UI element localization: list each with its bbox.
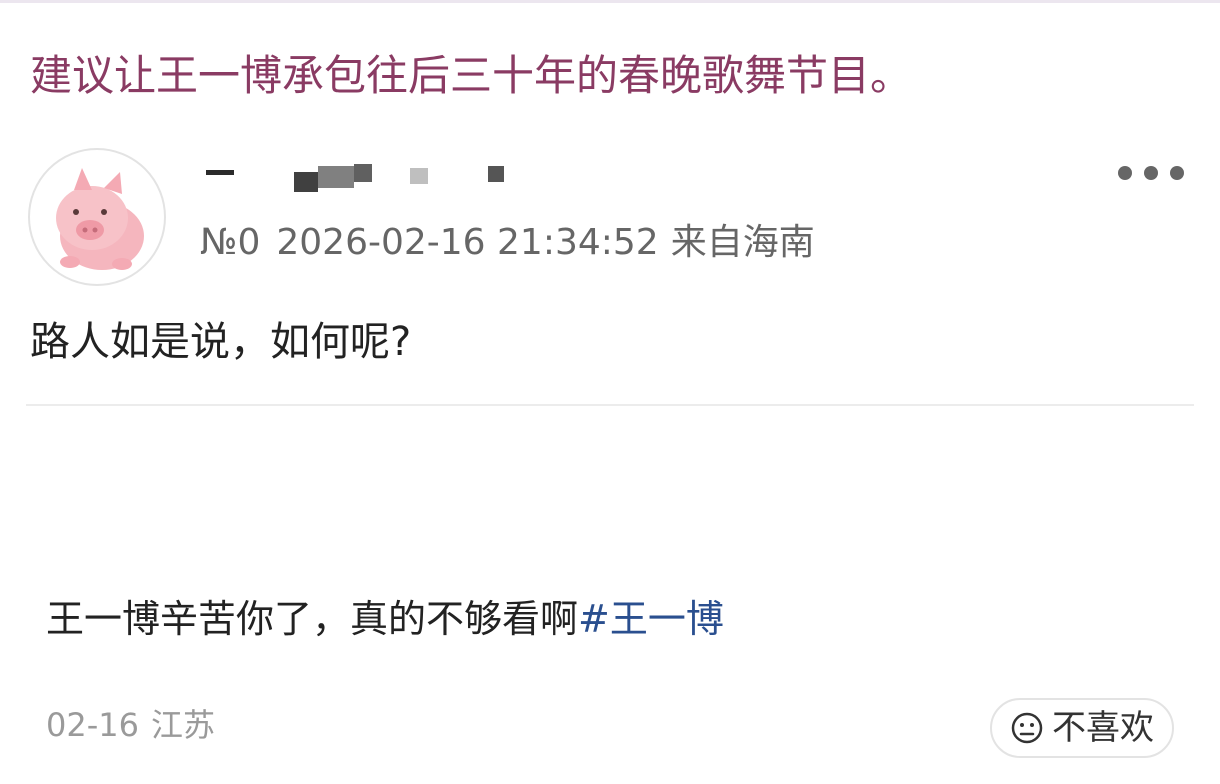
username-redacted[interactable]	[200, 158, 560, 194]
post-body: 路人如是说，如何呢?	[30, 319, 412, 365]
comment-date: 02-16	[46, 706, 139, 744]
comment-text: 王一博辛苦你了，真的不够看啊#王一博	[46, 592, 724, 646]
comment-location: 江苏	[150, 706, 215, 744]
comment-body: 王一博辛苦你了，真的不够看啊	[46, 597, 579, 641]
dislike-label: 不喜欢	[1052, 708, 1154, 748]
post-meta: №0 2026-02-16 21:34:52 来自海南	[200, 218, 815, 268]
pig-avatar-icon	[56, 168, 144, 270]
hashtag-link[interactable]: #王一博	[578, 597, 724, 641]
post-location: 来自海南	[670, 222, 815, 263]
avatar[interactable]	[28, 148, 166, 286]
top-divider	[0, 0, 1220, 3]
dislike-button[interactable]: 不喜欢	[990, 698, 1174, 758]
content-divider	[26, 404, 1194, 406]
more-dots-icon[interactable]	[1118, 160, 1184, 186]
comment-meta: 02-16 江苏	[46, 702, 215, 748]
frown-face-icon	[1010, 711, 1044, 745]
floor-number: №0	[200, 222, 261, 263]
post-datetime: 2026-02-16 21:34:52	[276, 222, 659, 263]
post-title[interactable]: 建议让王一博承包往后三十年的春晚歌舞节目。	[30, 46, 912, 106]
